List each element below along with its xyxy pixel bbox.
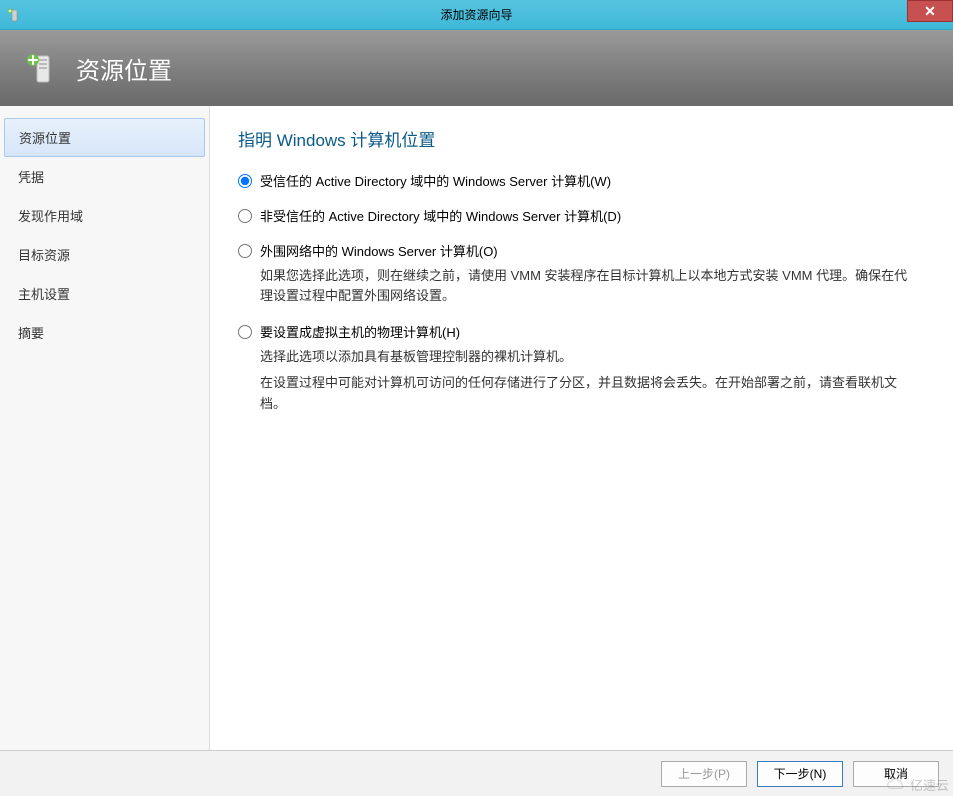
sidebar: 资源位置 凭据 发现作用域 目标资源 主机设置 摘要 [0, 106, 210, 750]
server-resource-icon [24, 50, 60, 86]
sidebar-item-credentials[interactable]: 凭据 [0, 157, 209, 196]
sidebar-item-label: 资源位置 [19, 131, 71, 146]
radio-physical-host[interactable] [238, 325, 252, 339]
sidebar-item-target-resources[interactable]: 目标资源 [0, 235, 209, 274]
sidebar-item-discovery-scope[interactable]: 发现作用域 [0, 196, 209, 235]
radio-option-untrusted-ad: 非受信任的 Active Directory 域中的 Windows Serve… [238, 206, 925, 225]
radio-untrusted-ad[interactable] [238, 209, 252, 223]
close-icon: ✕ [924, 3, 936, 20]
radio-label[interactable]: 受信任的 Active Directory 域中的 Windows Server… [260, 171, 611, 190]
titlebar-title: 添加资源向导 [440, 6, 512, 23]
sidebar-item-label: 凭据 [18, 170, 44, 185]
radio-label[interactable]: 要设置成虚拟主机的物理计算机(H) [260, 322, 460, 341]
header-banner: 资源位置 [0, 30, 953, 106]
sidebar-item-label: 目标资源 [18, 248, 70, 263]
radio-perimeter[interactable] [238, 244, 252, 258]
titlebar: 添加资源向导 ✕ [0, 0, 953, 30]
radio-trusted-ad[interactable] [238, 174, 252, 188]
content-panel: 指明 Windows 计算机位置 受信任的 Active Directory 域… [210, 106, 953, 750]
radio-option-trusted-ad: 受信任的 Active Directory 域中的 Windows Server… [238, 171, 925, 190]
radio-description: 如果您选择此选项，则在继续之前，请使用 VMM 安装程序在目标计算机上以本地方式… [260, 266, 920, 306]
sidebar-item-label: 发现作用域 [18, 209, 83, 224]
radio-label[interactable]: 非受信任的 Active Directory 域中的 Windows Serve… [260, 206, 621, 225]
content-heading: 指明 Windows 计算机位置 [238, 126, 925, 151]
radio-option-physical-host: 要设置成虚拟主机的物理计算机(H) 选择此选项以添加具有基板管理控制器的裸机计算… [238, 322, 925, 413]
sidebar-item-host-settings[interactable]: 主机设置 [0, 274, 209, 313]
wizard-icon [6, 7, 22, 23]
previous-button: 上一步(P) [661, 761, 747, 787]
location-radio-group: 受信任的 Active Directory 域中的 Windows Server… [238, 171, 925, 414]
body: 资源位置 凭据 发现作用域 目标资源 主机设置 摘要 指明 Windows 计算… [0, 106, 953, 750]
sidebar-item-summary[interactable]: 摘要 [0, 313, 209, 352]
header-title: 资源位置 [76, 51, 172, 86]
radio-description: 选择此选项以添加具有基板管理控制器的裸机计算机。 [260, 347, 920, 367]
close-button[interactable]: ✕ [907, 0, 953, 22]
radio-description-2: 在设置过程中可能对计算机可访问的任何存储进行了分区，并且数据将会丢失。在开始部署… [260, 373, 920, 413]
next-button[interactable]: 下一步(N) [757, 761, 843, 787]
radio-option-perimeter: 外围网络中的 Windows Server 计算机(O) 如果您选择此选项，则在… [238, 241, 925, 306]
footer: 上一步(P) 下一步(N) 取消 [0, 750, 953, 796]
sidebar-item-resource-location[interactable]: 资源位置 [4, 118, 205, 157]
sidebar-item-label: 主机设置 [18, 287, 70, 302]
radio-label[interactable]: 外围网络中的 Windows Server 计算机(O) [260, 241, 498, 260]
sidebar-item-label: 摘要 [18, 326, 44, 341]
cancel-button[interactable]: 取消 [853, 761, 939, 787]
